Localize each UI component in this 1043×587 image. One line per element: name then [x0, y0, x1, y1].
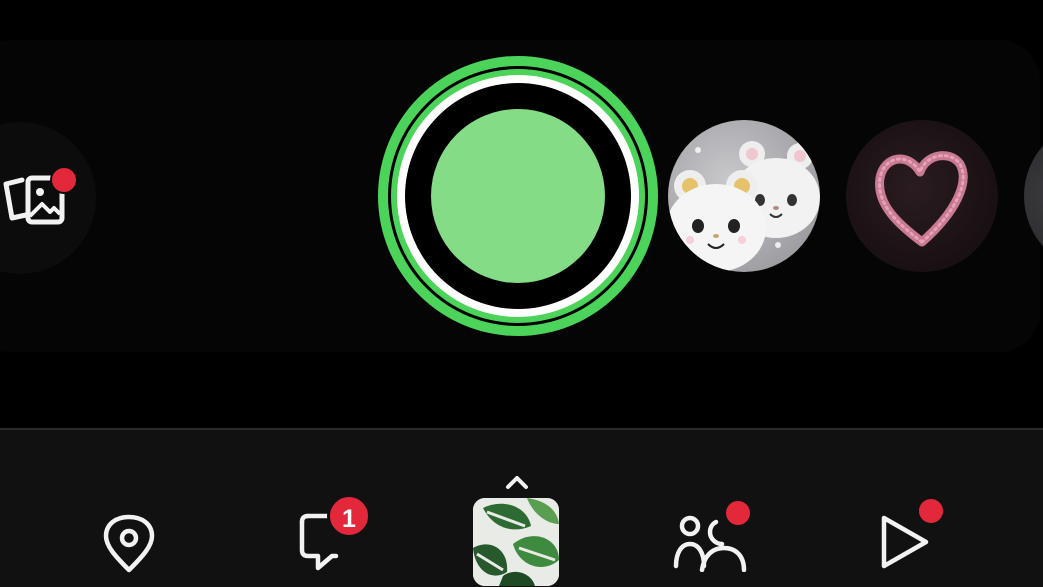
- bottom-navigation: 1: [0, 428, 1043, 587]
- chat-unread-badge: 1: [327, 494, 371, 538]
- capture-button[interactable]: [373, 51, 663, 341]
- bear-face-icon: [668, 141, 820, 272]
- stories-notification-dot: [723, 498, 753, 528]
- capture-ring-icon: [378, 56, 658, 336]
- nav-camera-button[interactable]: [473, 498, 559, 586]
- nav-map-button[interactable]: [101, 514, 157, 574]
- heart-lens-thumbnail[interactable]: [846, 120, 998, 272]
- map-pin-icon: [103, 514, 155, 573]
- lens-carousel: [0, 0, 1043, 430]
- bear-lens-thumbnail[interactable]: [668, 120, 820, 272]
- memories-notification-dot: [50, 166, 78, 194]
- heart-icon: [875, 151, 968, 247]
- snapchat-camera-screen: 1: [0, 0, 1043, 587]
- spotlight-notification-dot: [916, 496, 946, 526]
- camera-thumbnail: [473, 498, 559, 586]
- chevron-up-icon[interactable]: [505, 474, 529, 490]
